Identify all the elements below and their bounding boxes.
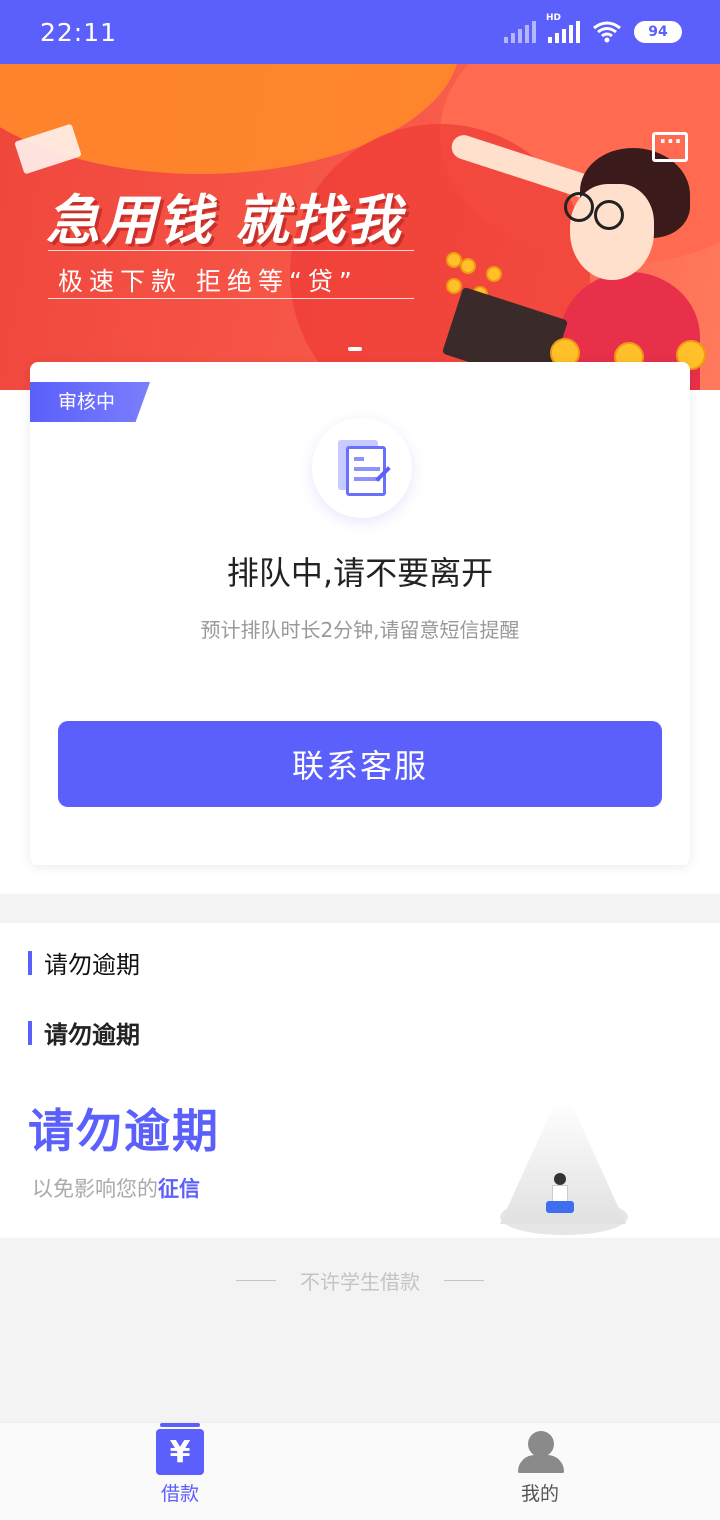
status-icons: HD 94: [504, 13, 682, 44]
bottom-tab-bar: ¥ 借款 我的: [0, 1422, 720, 1520]
queue-subtitle: 预计排队时长2分钟,请留意短信提醒: [200, 618, 520, 642]
coin-icon: [460, 258, 476, 274]
glasses-icon: [594, 200, 624, 230]
coin-icon: [486, 266, 502, 282]
wifi-icon: [593, 21, 621, 43]
network-type-label: HD: [546, 13, 562, 23]
tab-label: 借款: [160, 1483, 199, 1505]
divider-line: [236, 1280, 276, 1281]
footer-note-text: 不许学生借款: [300, 1270, 420, 1294]
status-card: 审核中 排队中,请不要离开 预计排队时长2分钟,请留意短信提醒 联系客服: [30, 362, 690, 865]
warning-text: 以免影响您的: [32, 1177, 158, 1201]
banner-divider: [48, 250, 414, 251]
glasses-icon: [564, 192, 594, 222]
queue-title: 排队中,请不要离开: [226, 554, 494, 592]
yen-icon: ¥: [156, 1423, 204, 1475]
promo-banner[interactable]: 急用钱 就找我 极速下款 拒绝等“贷”: [0, 64, 720, 390]
section-subheader: 请勿逾期: [28, 1015, 140, 1050]
status-badge: 审核中: [30, 382, 150, 422]
tab-loan[interactable]: ¥ 借款: [0, 1423, 360, 1520]
coin-icon: [446, 278, 462, 294]
section-header-label: 请勿逾期: [44, 951, 140, 979]
overdue-warning-title: 请勿逾期: [28, 1104, 220, 1158]
contact-support-button[interactable]: 联系客服: [58, 721, 662, 807]
tab-label: 我的: [520, 1483, 559, 1505]
signal-icon: [504, 21, 536, 43]
header-accent-bar: [28, 1020, 32, 1045]
document-icon: [312, 418, 412, 518]
overdue-section: 请勿逾期 请勿逾期 请勿逾期 以免影响您的征信: [0, 923, 720, 1238]
battery-icon: 94: [634, 21, 682, 43]
status-time: 22:11: [40, 18, 118, 47]
header-accent-bar: [28, 950, 32, 975]
sitting-person-illustration: [546, 1173, 574, 1219]
banner-divider: [48, 298, 414, 299]
divider-line: [444, 1280, 484, 1281]
banner-title: 急用钱 就找我: [46, 189, 403, 252]
overdue-warning-subtitle: 以免影响您的征信: [32, 1173, 200, 1203]
user-icon: [516, 1429, 564, 1475]
banner-subtitle: 极速下款 拒绝等“贷”: [58, 267, 358, 296]
section-subheader-label: 请勿逾期: [44, 1021, 140, 1049]
chat-bubble-icon[interactable]: [652, 129, 688, 162]
credit-highlight: 征信: [158, 1177, 200, 1201]
tab-me[interactable]: 我的: [360, 1423, 720, 1520]
footer-note: 不许学生借款: [0, 1266, 720, 1295]
status-bar: 22:11 HD 94: [0, 0, 720, 64]
carousel-indicator[interactable]: [348, 347, 362, 351]
section-header: 请勿逾期: [28, 945, 140, 980]
signal-hd-icon: HD: [546, 13, 580, 43]
